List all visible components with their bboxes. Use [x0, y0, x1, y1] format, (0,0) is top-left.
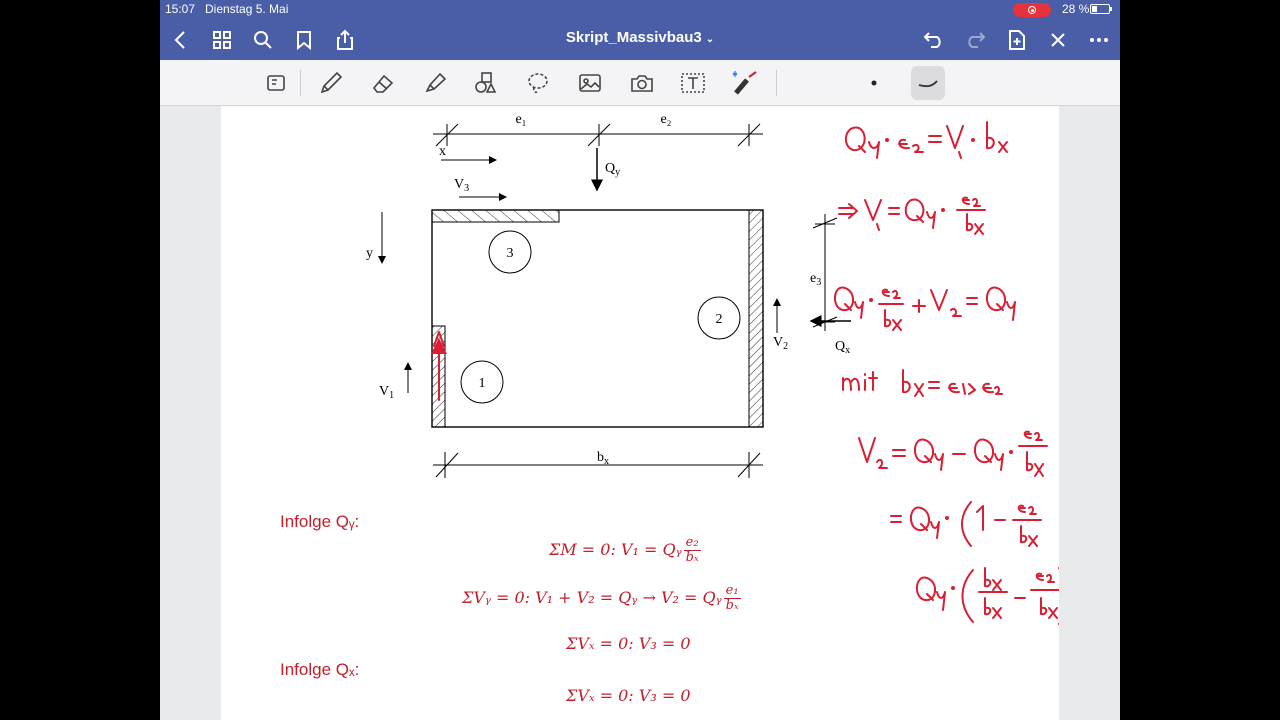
- status-time: 15:07: [165, 2, 196, 16]
- camera-icon[interactable]: [627, 68, 657, 98]
- laser-pointer-icon[interactable]: [730, 68, 760, 98]
- handwritten-line-3: [834, 286, 1016, 331]
- title-chevron-icon: ⌄: [705, 34, 715, 45]
- share-icon[interactable]: [332, 27, 358, 53]
- v2-label: V2: [773, 335, 788, 352]
- heading-infolge-qy: Infolge Qᵧ:: [280, 512, 360, 531]
- fraction-denominator: bₓ: [725, 598, 739, 613]
- fraction-numerator: e₂: [683, 536, 701, 551]
- drawing-toolbar: [160, 60, 1120, 106]
- text-tool-icon[interactable]: [678, 68, 708, 98]
- qy-label: Qy: [605, 161, 620, 178]
- wall-2-number: 2: [716, 312, 723, 327]
- battery-percent: 28 %: [1062, 2, 1090, 16]
- x-label: x: [439, 144, 446, 159]
- search-icon[interactable]: [250, 27, 276, 53]
- screen-recording-icon[interactable]: [1013, 3, 1051, 17]
- equation-vertical-sum-text: ΣVᵧ = 0: V₁ + V₂ = Qᵧ → V₂ = Qᵧ: [462, 588, 722, 607]
- handwritten-notes: [834, 121, 1059, 625]
- equation-horizontal-sum: ΣVₓ = 0: V₃ = 0: [566, 634, 691, 653]
- v1-label: V1: [379, 384, 394, 401]
- ipad-screen: 15:07 Dienstag 5. Mai 28 % Skript_Massiv…: [160, 0, 1120, 720]
- add-page-icon[interactable]: [1004, 27, 1030, 53]
- stroke-style-icon[interactable]: [911, 66, 945, 100]
- fraction-numerator: e₁: [723, 584, 741, 599]
- heading-infolge-qx: Infolge Qₓ:: [280, 660, 360, 679]
- e1-label: e₁: [515, 112, 526, 127]
- shapes-icon[interactable]: [471, 68, 501, 98]
- v3-label: V3: [454, 177, 469, 194]
- handwritten-line-7: [916, 567, 1059, 625]
- read-mode-icon[interactable]: [261, 68, 291, 98]
- status-bar: 15:07 Dienstag 5. Mai 28 %: [160, 0, 1120, 19]
- grid-view-icon[interactable]: [209, 27, 235, 53]
- fraction-e1-bx: e₁ bₓ: [723, 584, 741, 613]
- bookmark-icon[interactable]: [291, 27, 317, 53]
- battery-icon: [1090, 4, 1112, 14]
- document-page[interactable]: e₁ e₂ x Qy V3 y 3 2 1 V1 V2 Qx e3 bx Inf…: [221, 106, 1059, 720]
- document-title[interactable]: Skript_Massivbau3 ⌄: [540, 29, 740, 46]
- close-icon[interactable]: [1045, 27, 1071, 53]
- equation-vertical-sum: ΣVᵧ = 0: V₁ + V₂ = Qᵧ → V₂ = Qᵧ e₁ bₓ: [462, 584, 743, 613]
- equation-moment-text: ΣM = 0: V₁ = Qᵧ: [549, 540, 682, 559]
- status-date: Dienstag 5. Mai: [205, 2, 289, 16]
- equation-horizontal-sum-qx: ΣVₓ = 0: V₃ = 0: [566, 686, 691, 705]
- e2-label: e₂: [660, 112, 671, 127]
- handwritten-line-2: [838, 196, 986, 235]
- handwritten-line-5: [858, 430, 1048, 477]
- y-label: y: [366, 246, 373, 261]
- handwritten-line-6: [890, 501, 1042, 547]
- handwritten-line-4: [842, 369, 1003, 397]
- pen-icon[interactable]: [316, 68, 346, 98]
- toolbar-divider: [776, 70, 777, 96]
- highlighter-icon[interactable]: [420, 68, 450, 98]
- navigation-bar: Skript_Massivbau3 ⌄: [160, 19, 1120, 60]
- lasso-icon[interactable]: [523, 68, 553, 98]
- equation-moment: ΣM = 0: V₁ = Qᵧ e₂ bₓ: [549, 536, 703, 565]
- wall-2: [748, 209, 764, 428]
- redo-icon[interactable]: [962, 27, 988, 53]
- eraser-icon[interactable]: [368, 68, 398, 98]
- undo-icon[interactable]: [921, 27, 947, 53]
- document-title-text: Skript_Massivbau3: [565, 29, 702, 46]
- pen-size-small-icon[interactable]: [859, 68, 889, 98]
- fraction-e2-bx: e₂ bₓ: [683, 536, 701, 565]
- wall-3-number: 3: [507, 246, 514, 261]
- bx-label: bx: [597, 450, 609, 467]
- wall-1-number: 1: [479, 376, 486, 391]
- handwritten-line-1: [844, 121, 1008, 159]
- fraction-denominator: bₓ: [685, 550, 699, 565]
- more-icon[interactable]: [1086, 27, 1112, 53]
- image-icon[interactable]: [575, 68, 605, 98]
- toolbar-divider: [300, 70, 301, 96]
- back-chevron-icon[interactable]: [167, 27, 193, 53]
- wall-3: [431, 209, 560, 223]
